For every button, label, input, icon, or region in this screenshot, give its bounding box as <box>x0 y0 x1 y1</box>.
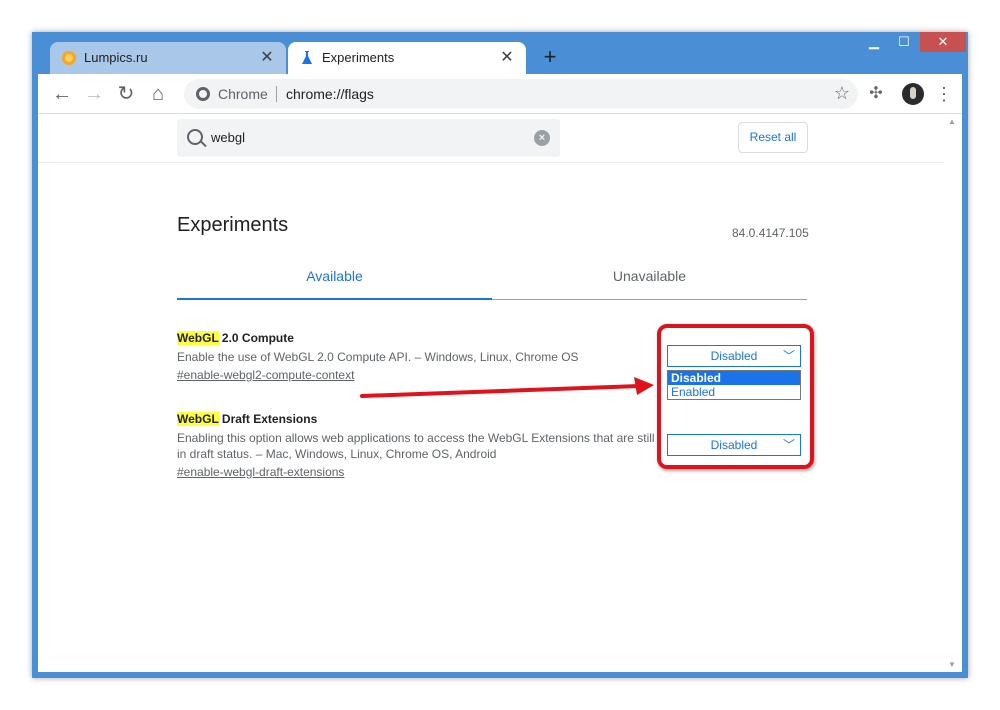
forward-icon[interactable]: → <box>82 82 106 106</box>
tab-unavailable[interactable]: Unavailable <box>492 268 807 284</box>
lumpics-icon <box>62 51 76 65</box>
reset-all-button[interactable]: Reset all <box>738 122 808 153</box>
back-icon[interactable]: ← <box>50 82 74 106</box>
scroll-up-icon[interactable]: ▲ <box>948 117 956 126</box>
tab-label: Lumpics.ru <box>84 50 148 65</box>
site-label: Chrome <box>218 86 268 102</box>
experiment-link[interactable]: #enable-webgl-draft-extensions <box>177 465 344 479</box>
experiment-description: Enable the use of WebGL 2.0 Compute API.… <box>177 350 579 364</box>
browser-window: Lumpics.ru ✕ Experiments ✕ + ▁ ☐ ✕ ← → ↻… <box>32 32 968 678</box>
toolbar: ← → ↻ ⌂ Chrome chrome://flags ☆ ✣ ⋮ <box>38 74 962 114</box>
close-icon[interactable]: ✕ <box>498 47 516 67</box>
home-icon[interactable]: ⌂ <box>146 82 170 106</box>
search-input[interactable] <box>211 130 511 145</box>
window-close-button[interactable]: ✕ <box>920 32 966 52</box>
reload-icon[interactable]: ↻ <box>114 82 138 106</box>
new-tab-button[interactable]: + <box>538 46 562 68</box>
search-match: WebGL <box>177 412 219 426</box>
tab-lumpics[interactable]: Lumpics.ru ✕ <box>50 42 286 74</box>
divider <box>276 86 277 102</box>
tab-experiments[interactable]: Experiments ✕ <box>288 42 526 74</box>
clear-icon[interactable]: × <box>534 130 550 146</box>
close-icon[interactable]: ✕ <box>258 47 276 67</box>
minimize-button[interactable]: ▁ <box>860 32 888 52</box>
scrollbar[interactable]: ▲ ▼ <box>944 114 962 672</box>
chrome-icon <box>196 87 210 101</box>
maximize-button[interactable]: ☐ <box>890 32 918 52</box>
experiment-title-text: 2.0 Compute <box>218 331 294 345</box>
search-box[interactable]: × <box>177 119 560 157</box>
experiment-title: WebGL 2.0 Compute <box>177 331 667 345</box>
divider <box>38 162 944 163</box>
annotation-highlight-box <box>657 324 814 469</box>
tab-available[interactable]: Available <box>177 268 492 284</box>
search-match: WebGL <box>177 331 219 345</box>
experiment-item: WebGL Draft Extensions Enabling this opt… <box>177 412 667 481</box>
scroll-down-icon[interactable]: ▼ <box>948 660 956 669</box>
annotation-arrow <box>360 377 654 398</box>
tabs: Available Unavailable <box>177 264 807 300</box>
extensions-icon[interactable]: ✣ <box>864 82 888 106</box>
flask-icon <box>302 51 312 64</box>
title-bar: Lumpics.ru ✕ Experiments ✕ + ▁ ☐ ✕ <box>32 32 968 74</box>
page-title: Experiments <box>177 214 289 236</box>
version-label: 84.0.4147.105 <box>732 226 809 240</box>
avatar[interactable] <box>902 83 924 105</box>
active-tab-indicator <box>177 298 492 300</box>
address-bar[interactable]: Chrome chrome://flags ☆ <box>184 79 858 109</box>
tab-label: Experiments <box>322 50 395 65</box>
star-icon[interactable]: ☆ <box>834 83 850 104</box>
experiment-title: WebGL Draft Extensions <box>177 412 667 426</box>
search-icon <box>187 129 203 145</box>
experiment-link[interactable]: #enable-webgl2-compute-context <box>177 368 354 382</box>
experiment-title-text: Draft Extensions <box>218 412 318 426</box>
menu-icon[interactable]: ⋮ <box>932 82 956 106</box>
experiment-description: Enabling this option allows web applicat… <box>177 431 655 461</box>
page-content: × Reset all Experiments 84.0.4147.105 Av… <box>38 114 962 672</box>
url-text[interactable]: chrome://flags <box>286 86 374 102</box>
